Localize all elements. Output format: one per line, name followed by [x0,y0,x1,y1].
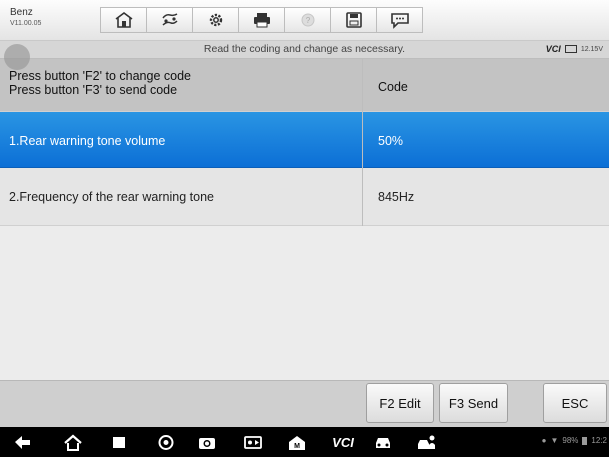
table-header-row: Press button 'F2' to change code Press b… [0,59,609,112]
svg-text:M: M [294,443,300,450]
battery-icon [564,45,577,53]
settings-button[interactable] [192,7,239,33]
row-label: 2.Frequency of the rear warning tone [9,190,214,204]
empty-list-area [0,226,609,380]
clock: 12:2 [591,436,607,445]
notification-icon: ● [541,436,547,445]
settings-icon [209,13,222,27]
remote-service-icon [418,435,435,449]
home-icon [115,12,132,28]
floating-assist-button[interactable] [4,44,30,70]
help-icon: ? [301,13,314,27]
back-button[interactable] [12,433,34,451]
camera-icon [199,437,215,449]
vci-manager-button[interactable]: VCI [329,433,357,451]
row-value: 845Hz [378,190,415,204]
print-button[interactable] [238,7,285,33]
save-icon [345,12,362,28]
top-toolbar: Benz V11.00.05 ? [0,0,609,41]
screen-capture-button[interactable] [242,433,264,451]
browser-icon [158,434,174,450]
code-column-header: Code [378,80,408,94]
system-status: ● ▼ 98% 12:2 [542,436,607,445]
browser-button[interactable] [155,433,177,451]
print-icon [253,13,270,28]
wifi-icon: ▼ [550,436,559,445]
instruction-line-1: Press button 'F2' to change code [9,69,191,83]
message-button[interactable] [376,7,423,33]
app-name: Benz [10,7,33,18]
table-row[interactable]: 2.Frequency of the rear warning tone 845… [0,168,609,226]
system-navigation-bar: M VCI ● ▼ 98% 12:2 [0,427,609,457]
screen: Benz V11.00.05 ? Read the coding and cha… [0,0,609,457]
battery-icon [582,436,588,445]
row-label: 1.Rear warning tone volume [9,134,166,148]
camera-button[interactable] [196,433,218,451]
vci-status: VCI 12.15V [546,44,603,54]
svg-text:?: ? [305,16,310,25]
battery-level: 98% [562,436,579,445]
vci-icon: VCI [332,434,354,450]
function-bar: F2 Edit F3 Send ESC [0,380,609,427]
maxisys-home-button[interactable]: M [286,433,308,451]
vehicle-swap-button[interactable] [146,7,193,33]
voltage-value: 12.15V [580,45,603,53]
back-icon [15,435,30,449]
row-value: 50% [378,134,404,148]
screen-capture-icon [244,435,262,449]
car-icon [376,437,390,448]
help-button[interactable]: ? [284,7,331,33]
toolbar-button-group: ? [100,7,423,33]
app-version: V11.00.05 [10,20,42,27]
vci-label: VCI [545,44,561,54]
esc-button[interactable]: ESC [543,383,607,423]
recent-apps-button[interactable] [108,433,130,451]
column-divider [362,59,363,226]
home-button[interactable] [100,7,147,33]
message-icon [390,13,409,29]
instruction-line-2: Press button 'F3' to send code [9,83,178,97]
recent-apps-icon [113,436,125,448]
home-nav-button[interactable] [62,433,84,451]
remote-service-button[interactable] [415,433,437,451]
instruction-text: Press button 'F2' to change code Press b… [9,69,191,97]
car-button[interactable] [372,433,394,451]
maxisys-home-icon: M [289,435,305,450]
table-row[interactable]: 1.Rear warning tone volume 50% [0,112,609,168]
info-bar: Read the coding and change as necessary.… [0,41,609,59]
info-message: Read the coding and change as necessary. [203,43,406,55]
f3-send-button[interactable]: F3 Send [439,383,508,423]
f2-edit-button[interactable]: F2 Edit [366,383,434,423]
save-button[interactable] [330,7,377,33]
vehicle-swap-icon [161,13,178,26]
home-icon [64,434,82,451]
